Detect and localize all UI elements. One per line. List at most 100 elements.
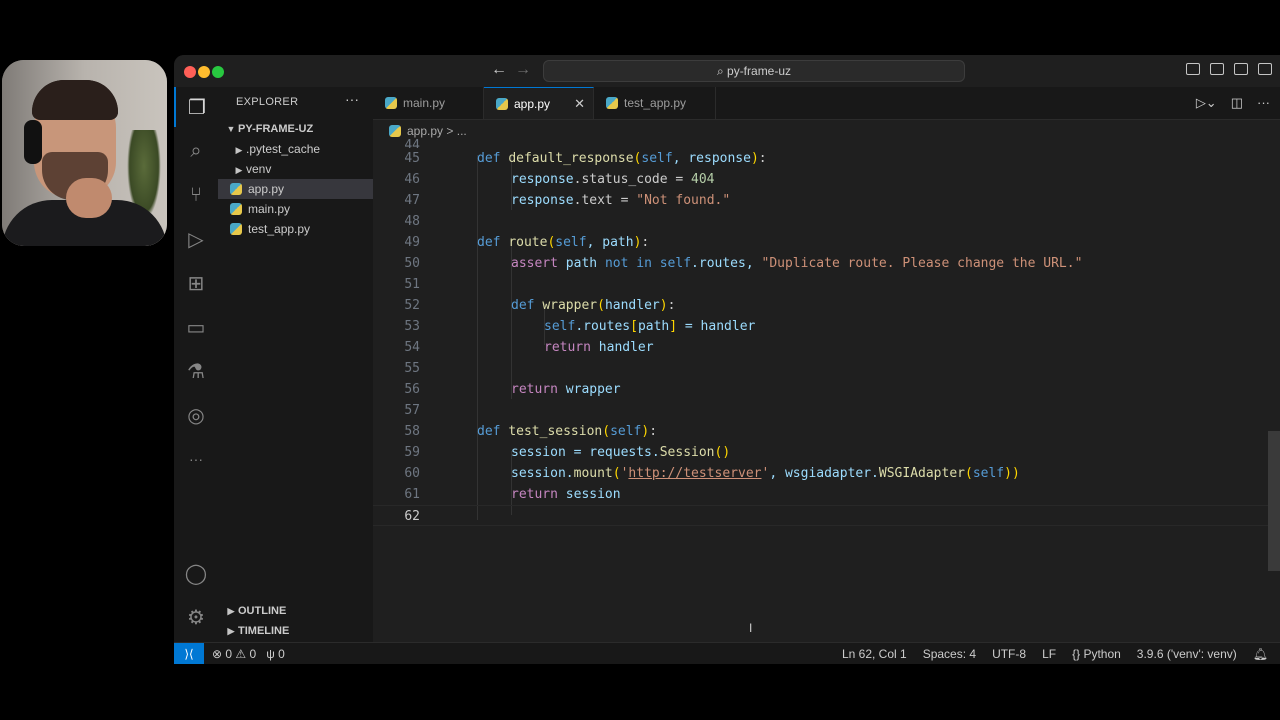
ports-indicator[interactable]: ψ 0 bbox=[266, 643, 285, 664]
var-token: , wsgiadapter. bbox=[769, 466, 879, 481]
python-interpreter[interactable]: 3.9.6 ('venv': venv) bbox=[1137, 643, 1237, 664]
line-number: 61 bbox=[404, 487, 420, 502]
more-views-icon[interactable]: ··· bbox=[174, 439, 218, 479]
customize-layout-icon[interactable] bbox=[1258, 63, 1272, 75]
tab-label: app.py bbox=[514, 97, 551, 111]
outline-section[interactable]: ▶ OUTLINE bbox=[218, 601, 373, 621]
notifications-bell-icon[interactable]: 🔔︎ bbox=[1253, 643, 1268, 664]
toggle-primary-sidebar-icon[interactable] bbox=[1186, 63, 1200, 75]
remote-explorer-icon[interactable]: ▭ bbox=[174, 307, 218, 347]
tree-file-main-py[interactable]: main.py bbox=[218, 199, 373, 219]
code-line: 48 bbox=[373, 211, 1280, 232]
keyword-token: def bbox=[477, 235, 501, 250]
toggle-secondary-sidebar-icon[interactable] bbox=[1234, 63, 1248, 75]
code-line: 60 session.mount('http://testserver', wsg… bbox=[373, 463, 1280, 484]
code-line: 53 self.routes[path] = handler bbox=[373, 316, 1280, 337]
code-line: 44 bbox=[373, 135, 1280, 148]
tree-file-test-app-py[interactable]: test_app.py bbox=[218, 219, 373, 239]
tab-app-py[interactable]: app.py ✕ bbox=[484, 87, 594, 119]
accounts-icon[interactable]: ◯ bbox=[174, 553, 218, 593]
tree-item-label: .pytest_cache bbox=[246, 142, 321, 156]
run-python-file-icon[interactable]: ▷⌄ bbox=[1196, 95, 1217, 111]
minimize-window-button[interactable] bbox=[198, 66, 210, 78]
status-bar: ⟩⟨ ⊗ 0 ⚠ 0 ψ 0 Ln 62, Col 1 Spaces: 4 UT… bbox=[174, 642, 1280, 664]
tab-test-app-py[interactable]: test_app.py bbox=[594, 87, 716, 119]
tab-main-py[interactable]: main.py bbox=[373, 87, 484, 119]
var-token: session. bbox=[511, 466, 574, 481]
language-mode[interactable]: {} Python bbox=[1072, 643, 1121, 664]
tree-item-label: test_app.py bbox=[248, 222, 311, 236]
code-line: 61 return session bbox=[373, 484, 1280, 505]
tree-file-app-py[interactable]: app.py bbox=[218, 179, 373, 199]
line-number: 57 bbox=[404, 403, 420, 418]
code-line: 58 def test_session(self): bbox=[373, 421, 1280, 442]
command-center-search[interactable]: ⌕ py-frame-uz bbox=[543, 60, 965, 82]
line-number: 53 bbox=[404, 319, 420, 334]
self-token: self bbox=[555, 235, 587, 250]
search-icon[interactable]: ⌕ bbox=[174, 131, 218, 171]
line-number: 47 bbox=[404, 193, 420, 208]
bracket-token: [ bbox=[630, 319, 638, 334]
back-arrow-icon[interactable]: ← bbox=[489, 61, 509, 79]
settings-gear-icon[interactable]: ⚙ bbox=[174, 597, 218, 637]
tree-item-label: venv bbox=[246, 162, 272, 176]
code-line: 55 bbox=[373, 358, 1280, 379]
keyword-token: not in bbox=[604, 256, 652, 271]
self-token: self bbox=[972, 466, 1005, 481]
headphones bbox=[24, 120, 42, 164]
workspace-folder[interactable]: ▼ PY-FRAME-UZ bbox=[218, 119, 373, 139]
editor-area: main.py app.py ✕ test_app.py ▷⌄ ◫ ··· ap… bbox=[373, 87, 1280, 642]
source-control-icon[interactable]: ⑂ bbox=[174, 175, 218, 215]
editor-actions: ▷⌄ ◫ ··· bbox=[1196, 95, 1270, 111]
line-number: 45 bbox=[404, 151, 420, 166]
remote-indicator-icon[interactable]: ⟩⟨ bbox=[174, 643, 204, 664]
explorer-icon[interactable]: ❐ bbox=[174, 87, 218, 127]
close-window-button[interactable] bbox=[184, 66, 196, 78]
var-token: session bbox=[557, 487, 621, 502]
indentation[interactable]: Spaces: 4 bbox=[923, 643, 976, 664]
outline-label: OUTLINE bbox=[238, 605, 287, 617]
end-of-line[interactable]: LF bbox=[1042, 643, 1056, 664]
var-token: path bbox=[557, 256, 605, 271]
tree-folder-pytest-cache[interactable]: ▶ .pytest_cache bbox=[218, 139, 373, 159]
testing-flask-icon[interactable]: ⚗ bbox=[174, 351, 218, 391]
file-encoding[interactable]: UTF-8 bbox=[992, 643, 1026, 664]
scrollbar-thumb[interactable] bbox=[1268, 431, 1280, 571]
vscode-window: ← → ⌕ py-frame-uz ❐ ⌕ ⑂ ▷ ⊞ ▭ ⚗ ◎ ··· ◯ … bbox=[174, 55, 1280, 664]
chevron-right-icon: ▶ bbox=[235, 145, 243, 155]
explorer-more-actions-icon[interactable]: ··· bbox=[345, 91, 359, 107]
keyword-token: assert bbox=[511, 256, 558, 271]
cursor-position[interactable]: Ln 62, Col 1 bbox=[842, 643, 907, 664]
code-line: 45 def default_response(self, response): bbox=[373, 148, 1280, 169]
more-actions-icon[interactable]: ··· bbox=[1257, 95, 1270, 111]
param-token: handler bbox=[604, 298, 660, 313]
toggle-panel-icon[interactable] bbox=[1210, 63, 1224, 75]
var-token: wrapper bbox=[557, 382, 621, 397]
language-label: Python bbox=[1083, 647, 1121, 661]
maximize-window-button[interactable] bbox=[212, 66, 224, 78]
code-editor[interactable]: 44 45 def default_response(self, response… bbox=[373, 138, 1280, 642]
self-token: self bbox=[641, 151, 673, 166]
forward-arrow-icon[interactable]: → bbox=[513, 61, 533, 79]
self-token: self bbox=[610, 424, 642, 439]
close-tab-icon[interactable]: ✕ bbox=[574, 88, 585, 120]
error-count: 0 bbox=[225, 647, 233, 661]
paren-token: ( bbox=[612, 466, 621, 481]
line-number: 48 bbox=[404, 214, 420, 229]
line-number: 46 bbox=[404, 172, 420, 187]
status-left: ⊗ 0 ⚠ 0 ψ 0 bbox=[212, 643, 285, 664]
split-editor-icon[interactable]: ◫ bbox=[1231, 95, 1243, 111]
problems-indicator[interactable]: ⊗ 0 ⚠ 0 bbox=[212, 643, 256, 664]
git-graph-icon[interactable]: ◎ bbox=[174, 395, 218, 435]
status-right: Ln 62, Col 1 Spaces: 4 UTF-8 LF {} Pytho… bbox=[842, 643, 1268, 664]
extensions-icon[interactable]: ⊞ bbox=[174, 263, 218, 303]
run-debug-icon[interactable]: ▷ bbox=[174, 219, 218, 259]
line-number: 55 bbox=[404, 361, 420, 376]
editor-scrollbar[interactable] bbox=[1268, 143, 1280, 642]
code-line: 52 def wrapper(handler): bbox=[373, 295, 1280, 316]
var-token: .routes bbox=[575, 319, 631, 334]
url-link[interactable]: http://testserver bbox=[628, 466, 761, 481]
tree-folder-venv[interactable]: ▶ venv bbox=[218, 159, 373, 179]
colon-token: : bbox=[641, 235, 650, 250]
timeline-section[interactable]: ▶ TIMELINE bbox=[218, 621, 373, 641]
